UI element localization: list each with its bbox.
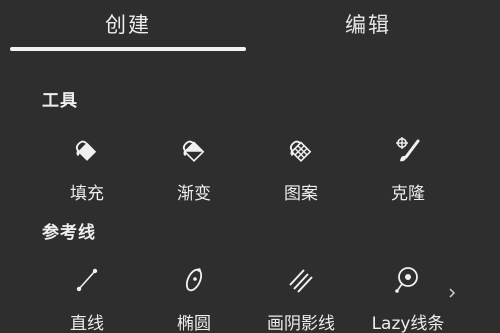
guide-hatch-lines-label: 画阴影线: [267, 314, 335, 333]
guide-lazy-line-label: Lazy线条: [371, 314, 445, 333]
tool-fill-label: 填充: [70, 184, 104, 204]
section-title-guides: 参考线: [42, 223, 96, 243]
fill-bucket-icon: [70, 133, 104, 167]
tool-gradient-label: 渐变: [177, 184, 211, 204]
tab-edit[interactable]: 编辑: [250, 4, 486, 44]
tool-fill[interactable]: 填充: [37, 133, 137, 213]
active-tab-indicator: [10, 47, 246, 51]
guide-straight-line[interactable]: 直线: [37, 263, 137, 333]
tab-create[interactable]: 创建: [10, 4, 246, 44]
create-panel: 创建 编辑 工具 填充 渐变 图案 克隆 参考线 直线 椭圆 画阴影线 Lazy…: [0, 0, 500, 333]
gradient-icon: [177, 133, 211, 167]
guide-lazy-line[interactable]: Lazy线条: [358, 263, 458, 333]
clone-icon: [391, 133, 425, 167]
guide-hatch-lines[interactable]: 画阴影线: [251, 263, 351, 333]
tool-gradient[interactable]: 渐变: [144, 133, 244, 213]
ellipse-icon: [177, 263, 211, 297]
guide-ellipse[interactable]: 椭圆: [144, 263, 244, 333]
tool-clone-label: 克隆: [391, 184, 425, 204]
pattern-icon: [284, 133, 318, 167]
tool-pattern-label: 图案: [284, 184, 318, 204]
section-title-tools: 工具: [42, 91, 78, 111]
lazy-line-icon: [391, 263, 425, 297]
guide-ellipse-label: 椭圆: [177, 314, 211, 333]
straight-line-icon: [70, 263, 104, 297]
guide-straight-line-label: 直线: [70, 314, 104, 333]
tab-bar: 创建 编辑: [0, 0, 500, 56]
hatch-lines-icon: [284, 263, 318, 297]
tool-pattern[interactable]: 图案: [251, 133, 351, 213]
tool-clone[interactable]: 克隆: [358, 133, 458, 213]
chevron-right-icon[interactable]: [446, 285, 458, 301]
